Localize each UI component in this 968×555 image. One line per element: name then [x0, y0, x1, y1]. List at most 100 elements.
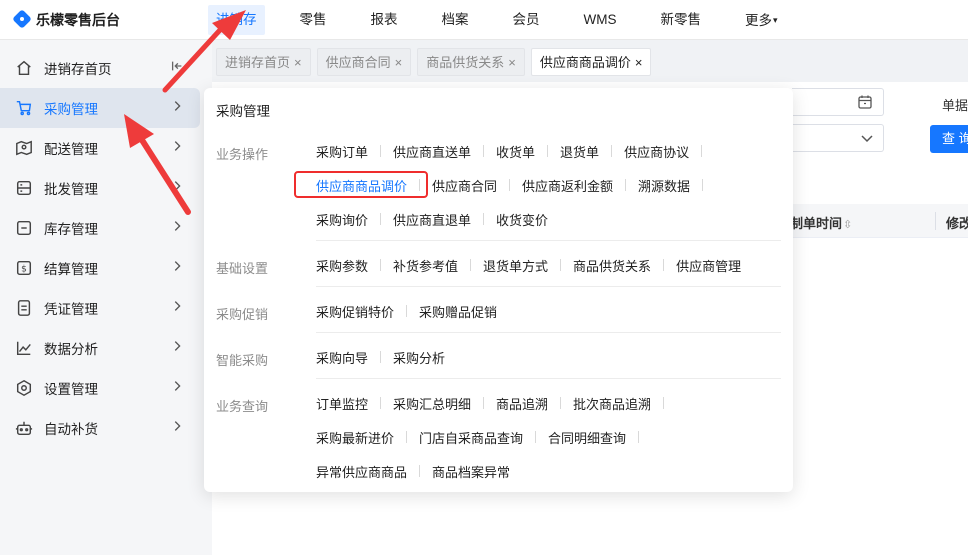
tab-supplier-price-adjust[interactable]: 供应商商品调价 × [530, 48, 652, 76]
tab-supplier-contract[interactable]: 供应商合同 × [316, 48, 412, 76]
menu-item-promo-special-price[interactable]: 采购促销特价 [316, 302, 394, 321]
query-button[interactable]: 查 询 [930, 125, 968, 153]
sidebar-item-label: 数据分析 [44, 342, 98, 357]
menu-item-supplier-rebate[interactable]: 供应商返利金额 [522, 176, 613, 195]
sidebar-item-distribution[interactable]: 配送管理 [0, 128, 200, 168]
menu-item-purchase-order[interactable]: 采购订单 [316, 142, 368, 161]
menu-divider [406, 431, 408, 443]
menu-item-supplier-management[interactable]: 供应商管理 [676, 256, 741, 275]
tab-label: 供应商合同 [325, 55, 391, 70]
menu-divider [701, 145, 703, 157]
group-divider [316, 378, 781, 379]
menu-item-batch-trace[interactable]: 批次商品追溯 [573, 394, 651, 413]
menu-item-contract-detail[interactable]: 合同明细查询 [548, 428, 626, 447]
menu-item-promo-gift[interactable]: 采购赠品促销 [419, 302, 497, 321]
home-icon [14, 58, 34, 78]
menu-item-trace-data[interactable]: 溯源数据 [638, 176, 690, 195]
menu-divider [535, 431, 537, 443]
menu-item-product-trace[interactable]: 商品追溯 [496, 394, 548, 413]
menu-item-purchase-wizard[interactable]: 采购向导 [316, 348, 368, 367]
column-header-modify[interactable]: 修改 [946, 213, 968, 232]
menu-item-product-archive-abnormal[interactable]: 商品档案异常 [432, 462, 510, 481]
nav-item-archives[interactable]: 档案 [433, 0, 478, 40]
menu-item-store-self-purchase[interactable]: 门店自采商品查询 [419, 428, 523, 447]
close-icon[interactable]: × [635, 55, 643, 70]
menu-row: 异常供应商商品 商品档案异常 [316, 461, 510, 481]
nav-item-wms[interactable]: WMS [575, 0, 626, 40]
menu-item-summary-detail[interactable]: 采购汇总明细 [393, 394, 471, 413]
nav-item-members[interactable]: 会员 [504, 0, 549, 40]
menu-item-order-monitor[interactable]: 订单监控 [316, 394, 368, 413]
sidebar-item-label: 设置管理 [44, 382, 98, 397]
tab-label: 供应商商品调价 [539, 55, 631, 70]
menu-item-receipt-price-change[interactable]: 收货变价 [496, 210, 548, 229]
menu-item-abnormal-supplier-product[interactable]: 异常供应商商品 [316, 462, 407, 481]
nav-item-retail[interactable]: 零售 [291, 0, 336, 40]
menu-item-replenish-reference[interactable]: 补货参考值 [393, 256, 458, 275]
close-icon[interactable]: × [508, 55, 516, 70]
sidebar-item-settings[interactable]: 设置管理 [0, 368, 200, 408]
robot-icon [14, 418, 34, 438]
nav-label: 零售 [299, 12, 327, 27]
menu-item-receipt[interactable]: 收货单 [496, 142, 535, 161]
menu-item-direct-delivery[interactable]: 供应商直送单 [393, 142, 471, 161]
document-icon [14, 298, 34, 318]
menu-group-label: 智能采购 [216, 353, 269, 368]
sidebar-item-wholesale[interactable]: 批发管理 [0, 168, 200, 208]
menu-item-supplier-agreement[interactable]: 供应商协议 [624, 142, 689, 161]
menu-item-direct-return[interactable]: 供应商直退单 [393, 210, 471, 229]
menu-item-purchase-params[interactable]: 采购参数 [316, 256, 368, 275]
nav-label: 档案 [441, 12, 469, 27]
nav-label: 新零售 [660, 12, 702, 27]
sidebar-item-label: 库存管理 [44, 222, 98, 237]
logo-icon [14, 11, 30, 29]
collapse-sidebar-icon[interactable] [170, 59, 188, 77]
menu-item-return[interactable]: 退货单 [560, 142, 599, 161]
menu-row: 采购促销特价 采购赠品促销 [316, 301, 497, 321]
menu-item-purchase-analysis[interactable]: 采购分析 [393, 348, 445, 367]
menu-divider [663, 397, 665, 409]
sidebar-item-inventory-home[interactable]: 进销存首页 [0, 48, 200, 88]
menu-row: 采购询价 供应商直退单 收货变价 [316, 209, 548, 229]
sidebar-item-voucher[interactable]: 凭证管理 [0, 288, 200, 328]
menu-item-supply-relation[interactable]: 商品供货关系 [573, 256, 651, 275]
tab-label: 商品供货关系 [426, 55, 505, 70]
tab-label: 进销存首页 [225, 55, 291, 70]
sort-icon[interactable]: ⇳ [843, 219, 852, 231]
menu-divider [611, 145, 613, 157]
column-header-create-time[interactable]: 制单时间⇳ [790, 213, 852, 232]
sidebar-item-settlement[interactable]: $ 结算管理 [0, 248, 200, 288]
sidebar-item-label: 采购管理 [44, 102, 98, 117]
close-icon[interactable]: × [294, 55, 302, 70]
menu-item-latest-price[interactable]: 采购最新进价 [316, 428, 394, 447]
nav-item-inventory[interactable]: 进销存 [208, 5, 265, 35]
tab-supply-relation[interactable]: 商品供货关系 × [417, 48, 525, 76]
menu-item-return-method[interactable]: 退货单方式 [483, 256, 548, 275]
chevron-right-icon [170, 299, 188, 317]
nav-item-reports[interactable]: 报表 [362, 0, 407, 40]
tab-inventory-home[interactable]: 进销存首页 × [216, 48, 311, 76]
cart-icon [14, 98, 34, 118]
filter-select[interactable] [792, 124, 884, 152]
sidebar-item-data-analysis[interactable]: 数据分析 [0, 328, 200, 368]
menu-group-label: 业务查询 [216, 399, 269, 414]
nav-item-new-retail[interactable]: 新零售 [652, 0, 711, 40]
app-logo[interactable]: 乐檬零售后台 [14, 10, 120, 30]
sidebar-item-label: 自动补货 [44, 422, 98, 437]
menu-item-supplier-contract[interactable]: 供应商合同 [432, 176, 497, 195]
menu-row: 订单监控 采购汇总明细 商品追溯 批次商品追溯 [316, 393, 676, 413]
column-divider [935, 212, 936, 230]
sidebar-item-auto-replenish[interactable]: 自动补货 [0, 408, 200, 448]
chevron-down-icon: ▾ [773, 15, 778, 25]
nav-item-more[interactable]: 更多▾ [736, 0, 787, 40]
close-icon[interactable]: × [395, 55, 403, 70]
menu-divider [483, 145, 485, 157]
date-range-input[interactable] [792, 88, 884, 116]
menu-group-label: 采购促销 [216, 307, 269, 322]
chevron-right-icon [170, 339, 188, 357]
menu-divider [470, 259, 472, 271]
sidebar-item-purchase[interactable]: 采购管理 [0, 88, 200, 128]
menu-item-inquiry[interactable]: 采购询价 [316, 210, 368, 229]
sidebar-item-stock[interactable]: 库存管理 [0, 208, 200, 248]
map-icon [14, 138, 34, 158]
